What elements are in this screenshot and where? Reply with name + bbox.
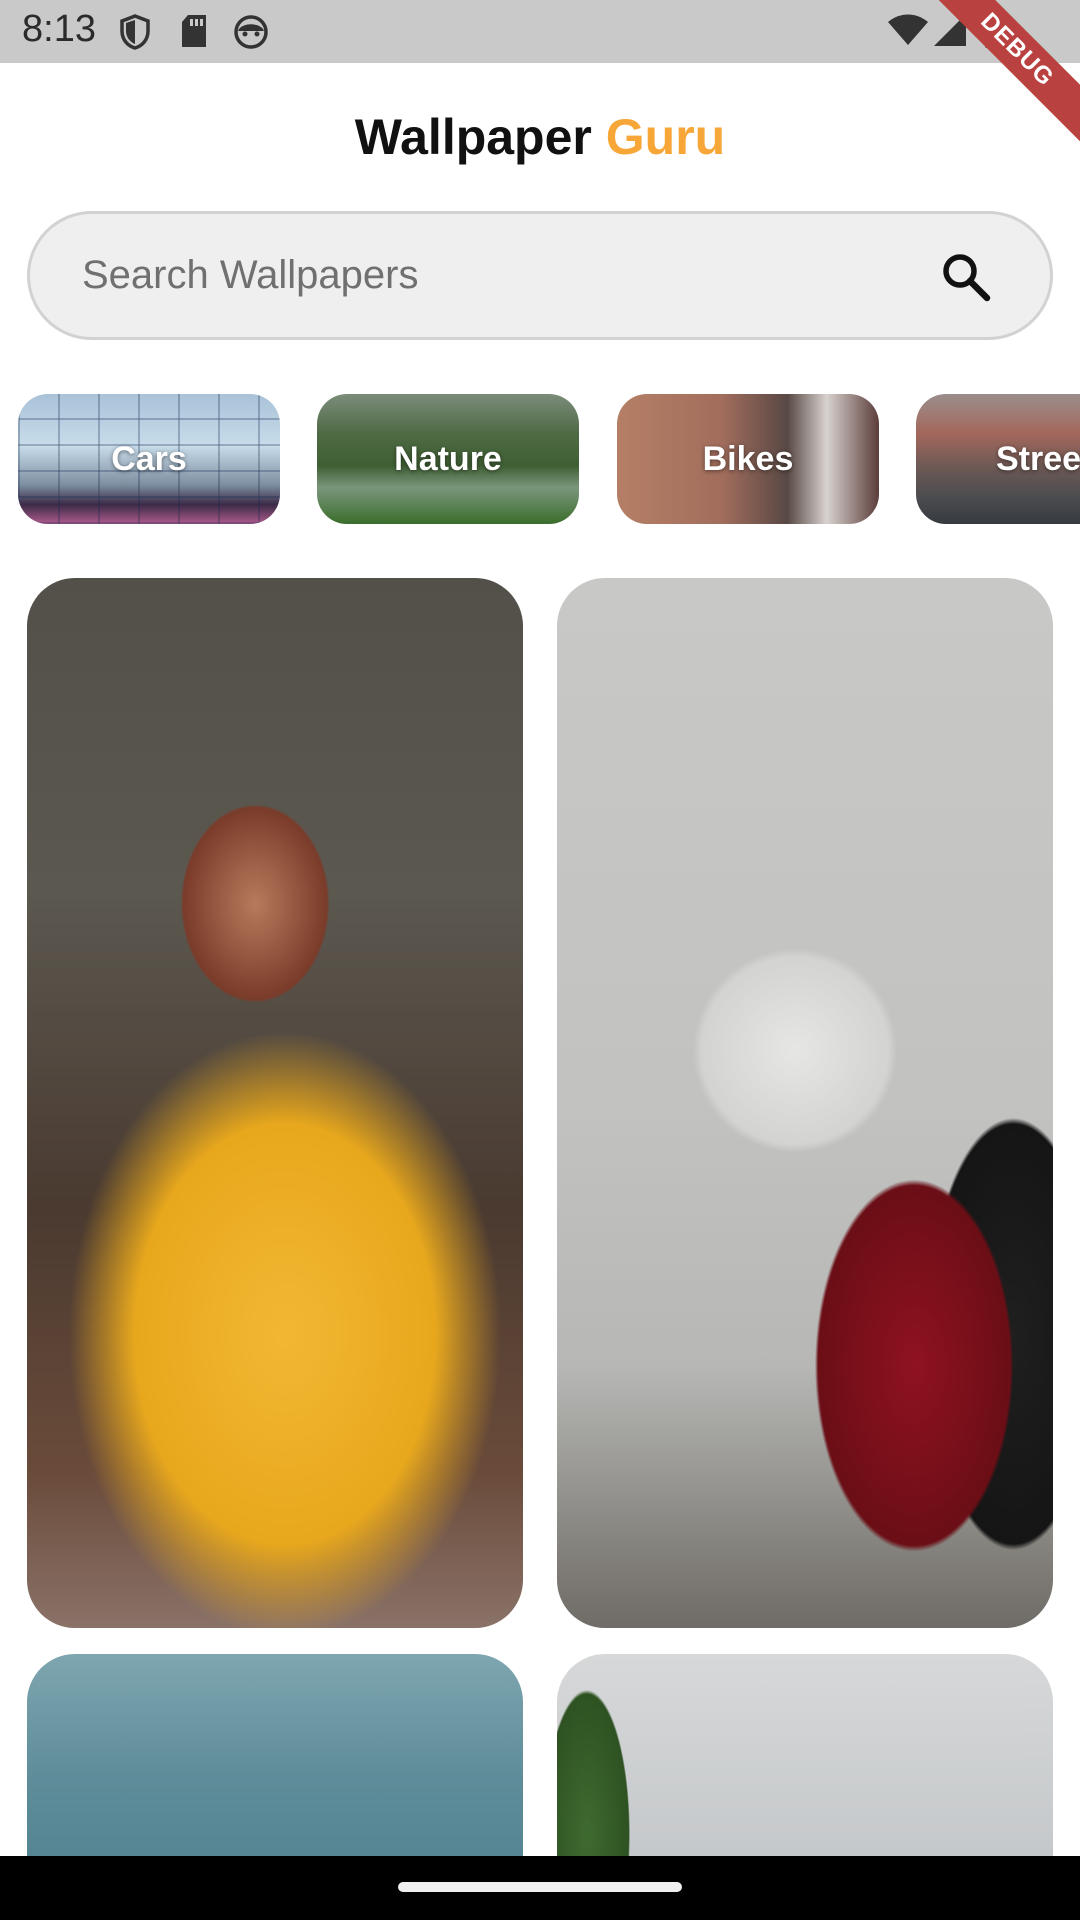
wifi-icon — [888, 14, 928, 51]
status-bar: 8:13 — [0, 0, 1080, 63]
category-label: Nature — [394, 439, 502, 478]
category-label: Cars — [111, 439, 187, 478]
status-time: 8:13 — [22, 8, 96, 50]
category-bikes[interactable]: Bikes — [617, 394, 879, 524]
category-label: Street — [996, 439, 1080, 478]
category-list[interactable]: Cars Nature Bikes Street — [0, 394, 1080, 524]
wallpaper-card-couple-taj-mahal[interactable] — [557, 578, 1053, 1628]
app-title-main: Wallpaper — [354, 109, 592, 165]
sd-card-icon — [180, 14, 208, 53]
wallpaper-card-woman-yellow-suit[interactable] — [27, 578, 523, 1628]
home-indicator[interactable] — [398, 1882, 682, 1892]
app-title: Wallpaper Guru — [0, 108, 1080, 166]
system-nav-bar — [0, 1856, 1080, 1920]
app-title-accent: Guru — [605, 109, 726, 165]
search-input[interactable] — [82, 214, 902, 337]
category-label: Bikes — [702, 439, 794, 478]
category-street[interactable]: Street — [916, 394, 1080, 524]
category-cars[interactable]: Cars — [18, 394, 280, 524]
category-nature[interactable]: Nature — [317, 394, 579, 524]
search-bar[interactable] — [27, 211, 1053, 340]
search-icon[interactable] — [940, 251, 992, 303]
shield-icon — [118, 14, 152, 55]
android-face-icon — [233, 14, 269, 55]
